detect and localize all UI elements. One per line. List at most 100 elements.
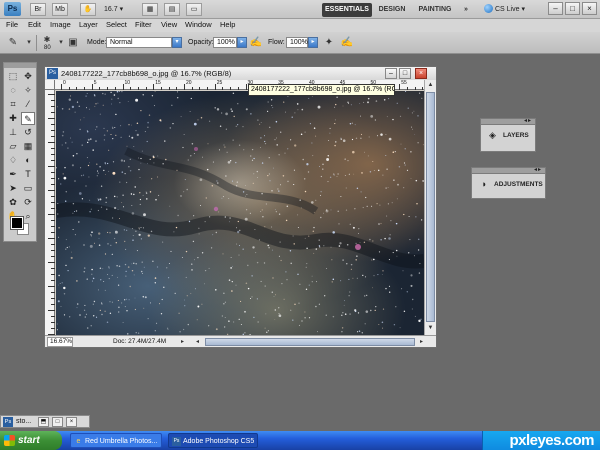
star	[382, 174, 384, 176]
blur-tool-icon[interactable]: ♢	[6, 154, 20, 167]
close-button[interactable]: ×	[582, 2, 597, 15]
star	[253, 157, 255, 160]
airbrush-icon[interactable]: ✦	[322, 36, 336, 50]
more-workspaces-icon[interactable]: »	[460, 3, 472, 17]
star	[193, 259, 195, 261]
panel-collapse-icon[interactable]: ◂▸	[534, 166, 542, 173]
menu-select[interactable]: Select	[106, 20, 127, 29]
zoom-tool-icon[interactable]: ⌕	[21, 210, 35, 223]
path-selection-tool-icon[interactable]: ➤	[6, 182, 20, 195]
star	[131, 212, 135, 215]
screen-mode-button[interactable]: ▭	[186, 3, 202, 16]
document-title-bar[interactable]: Ps 2408177222_177cb8b698_o.jpg @ 16.7% (…	[45, 67, 436, 80]
menu-window[interactable]: Window	[185, 20, 212, 29]
menu-image[interactable]: Image	[50, 20, 71, 29]
document-maximize-button[interactable]: □	[399, 68, 411, 79]
star	[115, 113, 117, 116]
brush-tool-icon[interactable]: ✎	[21, 112, 35, 125]
restore-up-button[interactable]: ⬒	[38, 417, 49, 427]
taskbar-item-browser[interactable]: e Red Umbrella Photos...	[70, 433, 162, 448]
lasso-tool-icon[interactable]: ◌	[6, 84, 20, 97]
scroll-up-icon[interactable]: ▲	[425, 80, 436, 91]
pen-tool-icon[interactable]: ✒	[6, 168, 20, 181]
scroll-right-icon[interactable]: ▸	[417, 337, 426, 347]
mode-dropdown-icon[interactable]: ▾	[172, 37, 182, 48]
vertical-scroll-thumb[interactable]	[426, 92, 435, 322]
start-button[interactable]: start	[0, 431, 62, 450]
menu-edit[interactable]: Edit	[28, 20, 41, 29]
foreground-color-swatch[interactable]	[10, 216, 24, 230]
application-bar: Ps Br Mb ✋ 16.7 ▾ ▦ ▤ ▭ ESSENTIALS DESIG…	[0, 0, 600, 19]
pressure-opacity-icon[interactable]: ✍	[249, 36, 263, 50]
scroll-left-icon[interactable]: ◂	[193, 337, 202, 347]
mode-select[interactable]: Normal	[106, 37, 172, 48]
3d-rotate-tool-icon[interactable]: ✿	[6, 196, 20, 209]
document-minimize-button[interactable]: –	[385, 68, 397, 79]
eraser-tool-icon[interactable]: ▱	[6, 140, 20, 153]
image-canvas[interactable]	[56, 91, 424, 335]
ruler-origin[interactable]	[45, 80, 55, 90]
history-brush-tool-icon[interactable]: ↺	[21, 126, 35, 139]
menu-help[interactable]: Help	[220, 20, 235, 29]
marquee-tool-icon[interactable]: ⬚	[6, 70, 20, 83]
gradient-tool-icon[interactable]: ▦	[21, 140, 35, 153]
view-extras-button[interactable]: ▦	[142, 3, 158, 16]
quick-selection-tool-icon[interactable]: ✧	[21, 84, 35, 97]
arrange-documents-button[interactable]: ▤	[164, 3, 180, 16]
star	[124, 240, 126, 243]
opacity-input[interactable]: 100%	[213, 37, 237, 48]
horizontal-scroll-thumb[interactable]	[205, 338, 415, 346]
flow-slider-icon[interactable]: ▸	[308, 37, 318, 48]
eyedropper-tool-icon[interactable]: ⁄	[21, 98, 35, 111]
scroll-down-icon[interactable]: ▼	[425, 323, 436, 334]
type-tool-icon[interactable]: T	[21, 168, 35, 181]
taskbar-item-photoshop[interactable]: Ps Adobe Photoshop CS5	[168, 433, 258, 448]
status-menu-icon[interactable]: ▸	[178, 337, 187, 347]
adjustments-panel[interactable]: ◂▸ ◑ ADJUSTMENTS	[471, 167, 546, 199]
star	[308, 97, 310, 99]
star	[149, 302, 151, 304]
maximize-button[interactable]: □	[565, 2, 580, 15]
star	[310, 201, 314, 204]
star	[244, 195, 246, 197]
workspace-design[interactable]: DESIGN	[376, 3, 408, 17]
healing-brush-tool-icon[interactable]: ✚	[6, 112, 20, 125]
menu-file[interactable]: File	[6, 20, 18, 29]
brush-preset-icon[interactable]: ✎	[6, 36, 20, 50]
star	[379, 204, 381, 206]
menu-view[interactable]: View	[161, 20, 177, 29]
bridge-button[interactable]: Br	[30, 3, 46, 16]
workspace-essentials[interactable]: ESSENTIALS	[322, 3, 372, 17]
menu-layer[interactable]: Layer	[79, 20, 98, 29]
cs-live-button[interactable]: CS Live ▾	[484, 3, 525, 16]
zoom-level-input[interactable]: 16.67%	[47, 337, 73, 347]
dodge-tool-icon[interactable]: ◐	[21, 154, 35, 167]
flow-input[interactable]: 100%	[286, 37, 308, 48]
tablet-pressure-icon[interactable]: ✍	[340, 36, 354, 50]
vertical-ruler[interactable]	[45, 90, 55, 335]
opacity-slider-icon[interactable]: ▸	[237, 37, 247, 48]
vertical-scrollbar[interactable]: ▲ ▼	[424, 80, 436, 335]
move-tool-icon[interactable]: ✥	[21, 70, 35, 83]
3d-orbit-tool-icon[interactable]: ⟳	[21, 196, 35, 209]
minimize-button[interactable]: –	[548, 2, 563, 15]
minibridge-button[interactable]: Mb	[52, 3, 68, 16]
restore-button[interactable]: □	[52, 417, 63, 427]
shape-tool-icon[interactable]: ▭	[21, 182, 35, 195]
star	[113, 206, 117, 210]
zoom-level-select[interactable]: 16.7 ▾	[104, 3, 134, 16]
menu-filter[interactable]: Filter	[135, 20, 152, 29]
minimized-close-button[interactable]: ×	[66, 417, 77, 427]
dropdown-arrow-icon[interactable]: ▾	[22, 36, 36, 50]
hand-tool-button[interactable]: ✋	[80, 3, 96, 16]
star	[84, 309, 86, 311]
brush-panel-toggle-icon[interactable]: ▣	[66, 36, 80, 50]
document-close-button[interactable]: ×	[415, 68, 427, 79]
layers-panel[interactable]: ◂▸ ◈ LAYERS	[480, 118, 536, 152]
workspace-painting[interactable]: PAINTING	[414, 3, 456, 17]
minimized-document[interactable]: Ps sto... ⬒ □ ×	[0, 415, 90, 428]
ruler-minor-tick	[51, 280, 55, 281]
crop-tool-icon[interactable]: ⌗	[6, 98, 20, 111]
panel-collapse-icon[interactable]: ◂▸	[524, 117, 532, 124]
clone-stamp-tool-icon[interactable]: ⊥	[6, 126, 20, 139]
